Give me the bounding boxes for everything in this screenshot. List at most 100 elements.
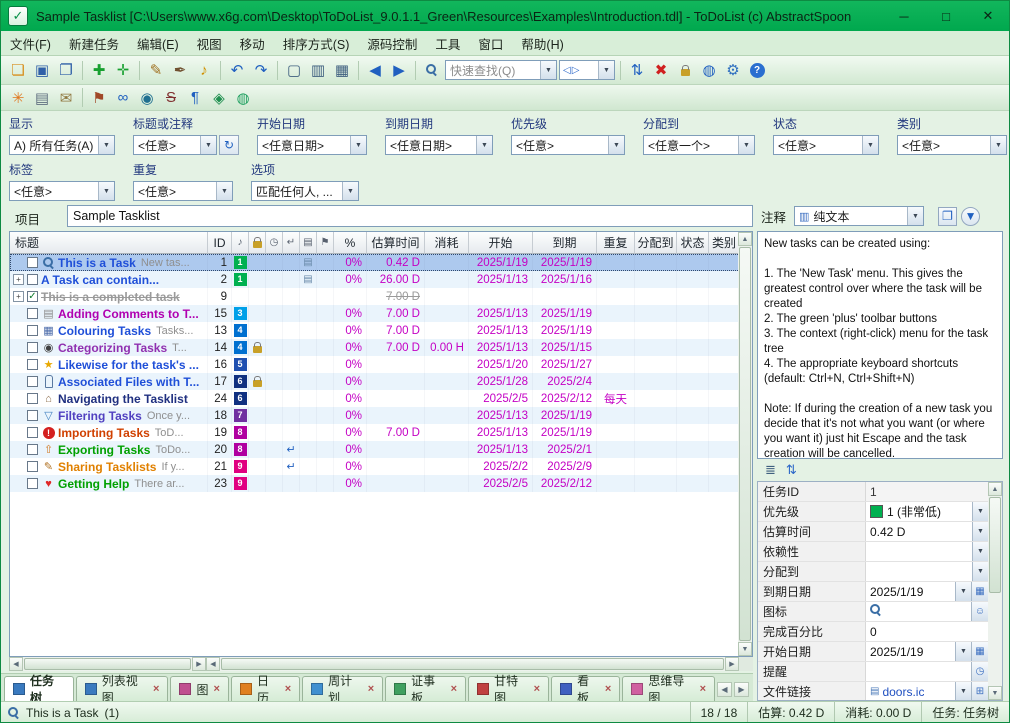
task-checkbox[interactable] bbox=[27, 376, 38, 387]
task-checkbox[interactable] bbox=[27, 359, 38, 370]
menu-item[interactable]: 文件(F) bbox=[1, 31, 60, 56]
title-column-scrollbar[interactable]: ◀ ▶ bbox=[9, 657, 206, 671]
task-row[interactable]: ♥Getting HelpThere ar...2390%2025/2/5202… bbox=[10, 475, 740, 492]
menu-item[interactable]: 编辑(E) bbox=[128, 31, 188, 56]
scroll-tabs-right-icon[interactable]: ▶ bbox=[734, 682, 749, 697]
dropdown-arrow-icon[interactable]: ▼ bbox=[98, 136, 114, 154]
view-tree-icon[interactable]: ▥ bbox=[307, 59, 329, 81]
close-tab-icon[interactable]: × bbox=[368, 683, 374, 695]
task-row[interactable]: ✎Sharing TasklistsIf y...219↵0%2025/2/22… bbox=[10, 458, 740, 475]
scrollbar-track[interactable] bbox=[988, 594, 1002, 686]
close-tab-icon[interactable]: × bbox=[285, 683, 291, 695]
scrollbar-thumb[interactable] bbox=[989, 497, 1001, 593]
scroll-up-icon[interactable]: ▲ bbox=[738, 232, 752, 246]
password-lock-icon[interactable] bbox=[674, 59, 696, 81]
menu-item[interactable]: 窗口 bbox=[469, 31, 512, 56]
filter-combo[interactable]: 匹配任何人, ...▼ bbox=[251, 181, 359, 201]
close-tab-icon[interactable]: × bbox=[534, 683, 540, 695]
filter-combo[interactable]: <任意>▼ bbox=[133, 135, 217, 155]
scroll-up-icon[interactable]: ▲ bbox=[988, 482, 1002, 496]
menu-item[interactable]: 移动 bbox=[231, 31, 274, 56]
forward-icon[interactable]: ▶ bbox=[388, 59, 410, 81]
close-tab-icon[interactable]: × bbox=[605, 683, 611, 695]
group-attributes-icon[interactable]: ≣ bbox=[765, 462, 776, 478]
new-tasklist-icon[interactable]: ❏ bbox=[7, 59, 29, 81]
dropdown-arrow-icon[interactable]: ▼ bbox=[738, 136, 754, 154]
column-header-pri[interactable]: ♪ bbox=[232, 232, 249, 254]
attribute-value[interactable]: 0.42 D▼ bbox=[866, 522, 988, 541]
attribute-value[interactable]: 0 bbox=[866, 622, 988, 641]
edit-color-icon[interactable]: ✒ bbox=[169, 59, 191, 81]
view-tab[interactable]: 思维导图× bbox=[622, 676, 715, 701]
column-header-file[interactable]: ▤ bbox=[300, 232, 317, 254]
refresh-filter-button[interactable]: ↻ bbox=[219, 135, 239, 155]
dropdown-arrow-icon[interactable]: ▼ bbox=[972, 502, 988, 521]
save-all-icon[interactable]: ❐ bbox=[55, 59, 77, 81]
new-task-icon[interactable]: ✚ bbox=[88, 59, 110, 81]
column-header-recur[interactable]: 重复 bbox=[597, 232, 635, 254]
maximize-tasklist-icon[interactable]: ▢ bbox=[283, 59, 305, 81]
task-row[interactable]: +✓This is a completed task97.00 D bbox=[10, 288, 740, 305]
view-tab[interactable]: 证事板× bbox=[385, 676, 466, 701]
attribute-value[interactable]: ▤doors.ic▼⊞ bbox=[866, 682, 988, 701]
browser-icon[interactable]: ◍ bbox=[232, 87, 254, 109]
icon-picker-button[interactable]: ☺ bbox=[971, 602, 988, 621]
menu-item[interactable]: 帮助(H) bbox=[512, 31, 572, 56]
filter-combo[interactable]: <任意>▼ bbox=[897, 135, 1007, 155]
filter-combo[interactable]: <任意>▼ bbox=[511, 135, 625, 155]
task-checkbox[interactable] bbox=[27, 478, 38, 489]
expander-icon[interactable]: + bbox=[13, 291, 24, 302]
attribute-value[interactable]: ▼ bbox=[866, 562, 988, 581]
view-tab[interactable]: 任务树 bbox=[4, 676, 74, 701]
add-file-button[interactable]: ⊞ bbox=[971, 682, 988, 701]
dropdown-arrow-icon[interactable]: ▼ bbox=[972, 542, 988, 561]
minimize-button[interactable]: ─ bbox=[883, 1, 925, 31]
paragraph-icon[interactable]: ¶ bbox=[184, 87, 206, 109]
task-checkbox[interactable] bbox=[27, 274, 38, 285]
task-row[interactable]: This is a TaskNew tas...11▤0%0.42 D2025/… bbox=[10, 254, 740, 271]
task-checkbox[interactable] bbox=[27, 461, 38, 472]
view-tab[interactable]: 看板× bbox=[551, 676, 620, 701]
filter-combo[interactable]: A) 所有任务(A)▼ bbox=[9, 135, 115, 155]
strikethrough-icon[interactable]: S bbox=[160, 87, 182, 109]
scroll-down-icon[interactable]: ▼ bbox=[738, 642, 752, 656]
task-row[interactable]: !Importing TasksToD...1980%7.00 D2025/1/… bbox=[10, 424, 740, 441]
calendar-button[interactable]: ▦ bbox=[971, 582, 988, 601]
task-row[interactable]: ⌂Navigating the Tasklist2460%2025/2/5202… bbox=[10, 390, 740, 407]
preferences-gear-icon[interactable]: ⚙ bbox=[722, 59, 744, 81]
dropdown-arrow-icon[interactable]: ▼ bbox=[972, 562, 988, 581]
reminder-button[interactable]: ◷ bbox=[971, 662, 988, 681]
comments-preview-button[interactable]: ❐ bbox=[938, 207, 957, 226]
close-tab-icon[interactable]: × bbox=[214, 683, 220, 695]
flag-icon[interactable]: ⚑ bbox=[88, 87, 110, 109]
find-tasks-icon[interactable] bbox=[421, 59, 443, 81]
quick-find-nav-combo[interactable]: ◁▷▼ bbox=[559, 60, 615, 80]
filter-combo[interactable]: <任意日期>▼ bbox=[385, 135, 493, 155]
quick-find-combo[interactable]: 快速查找(Q)▼ bbox=[445, 60, 557, 80]
expander-icon[interactable]: + bbox=[13, 274, 24, 285]
task-checkbox[interactable] bbox=[27, 444, 38, 455]
menu-item[interactable]: 视图 bbox=[188, 31, 231, 56]
column-header-est[interactable]: 估算时间 bbox=[367, 232, 425, 254]
dropdown-arrow-icon[interactable]: ▼ bbox=[907, 207, 923, 225]
scroll-tabs-left-icon[interactable]: ◀ bbox=[717, 682, 732, 697]
dropdown-arrow-icon[interactable]: ▼ bbox=[862, 136, 878, 154]
view-tab[interactable]: 图× bbox=[170, 676, 228, 701]
redo-icon[interactable]: ↷ bbox=[250, 59, 272, 81]
dropdown-arrow-icon[interactable]: ▼ bbox=[98, 182, 114, 200]
dropdown-arrow-icon[interactable]: ▼ bbox=[476, 136, 492, 154]
toggle-eye-icon[interactable]: ◉ bbox=[136, 87, 158, 109]
task-row[interactable]: ⇧Exporting TasksToDo...208↵0%2025/1/1320… bbox=[10, 441, 740, 458]
filter-combo[interactable]: <任意日期>▼ bbox=[257, 135, 367, 155]
maximize-button[interactable]: □ bbox=[925, 1, 967, 31]
menu-item[interactable]: 新建任务 bbox=[60, 31, 128, 56]
reminder-bell-icon[interactable]: ♪ bbox=[193, 59, 215, 81]
column-header-lock[interactable] bbox=[249, 232, 266, 254]
calendar-button[interactable]: ▦ bbox=[971, 642, 988, 661]
comments-format-combo[interactable]: ▥ 纯文本 ▼ bbox=[794, 206, 924, 226]
print-icon[interactable]: ▤ bbox=[31, 87, 53, 109]
save-tasklist-icon[interactable]: ▣ bbox=[31, 59, 53, 81]
help-icon[interactable]: ? bbox=[746, 59, 768, 81]
task-checkbox[interactable] bbox=[27, 427, 38, 438]
close-button[interactable]: ✕ bbox=[967, 1, 1009, 31]
